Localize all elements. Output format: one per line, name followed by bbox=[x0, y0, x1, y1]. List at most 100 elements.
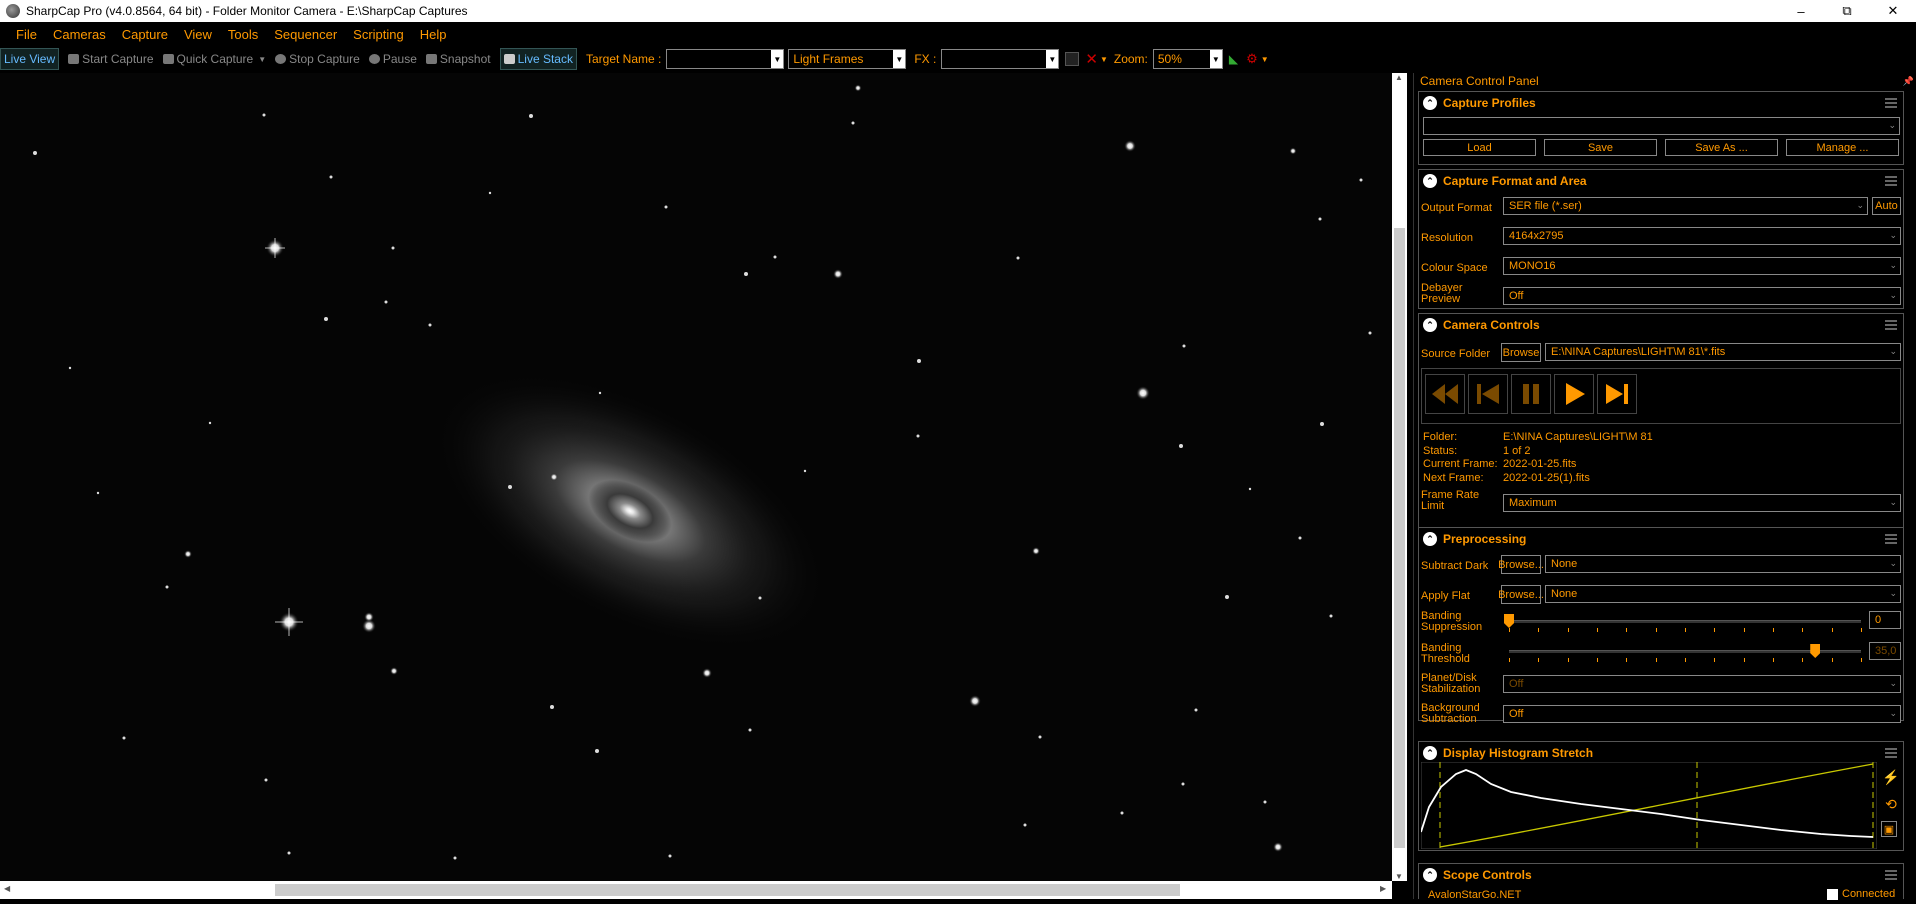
scroll-up-icon[interactable]: ▲ bbox=[1395, 73, 1403, 82]
banding-suppression-value[interactable]: 0 bbox=[1869, 611, 1901, 629]
menu-capture[interactable]: Capture bbox=[122, 27, 168, 42]
resolution-select[interactable]: 4164x2795 ⌄ bbox=[1503, 227, 1901, 245]
menu-icon[interactable] bbox=[1885, 748, 1897, 758]
play-icon bbox=[1566, 383, 1585, 405]
scrollbar-thumb[interactable] bbox=[1394, 228, 1405, 848]
reset-icon[interactable]: ⟲ bbox=[1881, 794, 1901, 814]
banding-threshold-handle[interactable] bbox=[1810, 644, 1821, 658]
snapshot-button[interactable]: Snapshot bbox=[425, 48, 491, 70]
chevron-down-icon[interactable]: ▼ bbox=[258, 55, 266, 64]
reticle-icon[interactable] bbox=[1065, 52, 1080, 66]
menu-icon[interactable] bbox=[1885, 534, 1897, 544]
section-header[interactable]: ⌃ Preprocessing bbox=[1419, 528, 1903, 550]
vertical-scrollbar[interactable]: ▲ ▼ bbox=[1392, 73, 1407, 881]
start-capture-button[interactable]: Start Capture bbox=[68, 48, 154, 70]
profile-select[interactable]: ⌄ bbox=[1423, 117, 1900, 135]
collapse-icon[interactable]: ⌃ bbox=[1423, 318, 1437, 332]
gear-icon[interactable]: ⚙ bbox=[1246, 51, 1258, 67]
histogram-chart[interactable] bbox=[1421, 762, 1877, 849]
chevron-down-icon[interactable]: ▼ bbox=[1209, 50, 1222, 68]
pause-button[interactable]: Pause bbox=[368, 48, 417, 70]
section-header[interactable]: ⌃ Capture Profiles bbox=[1419, 92, 1903, 114]
skip-back-button[interactable] bbox=[1468, 374, 1508, 414]
section-header[interactable]: ⌃ Camera Controls bbox=[1419, 314, 1903, 336]
colour-space-select[interactable]: MONO16 ⌄ bbox=[1503, 257, 1901, 275]
scope-select[interactable]: AvalonStarGo.NET bbox=[1423, 886, 1783, 904]
source-folder-select[interactable]: E:\NINA Captures\LIGHT\M 81\*.fits ⌄ bbox=[1545, 343, 1901, 361]
menu-scripting[interactable]: Scripting bbox=[353, 27, 404, 42]
frame-rate-select[interactable]: Maximum ⌄ bbox=[1503, 494, 1901, 512]
stabilization-select[interactable]: Off ⌄ bbox=[1503, 675, 1901, 693]
stop-capture-button[interactable]: Stop Capture bbox=[275, 48, 360, 70]
menu-sequencer[interactable]: Sequencer bbox=[274, 27, 337, 42]
scrollbar-thumb[interactable] bbox=[275, 884, 1180, 896]
save-button[interactable]: Save bbox=[1544, 139, 1657, 156]
save-icon[interactable]: ▣ bbox=[1881, 821, 1897, 837]
play-button[interactable] bbox=[1554, 374, 1594, 414]
target-name-input[interactable]: ▼ bbox=[666, 49, 785, 69]
fx-select[interactable]: ▼ bbox=[941, 49, 1060, 69]
maximize-button[interactable]: ⧉ bbox=[1824, 0, 1870, 22]
horizontal-scrollbar[interactable]: ◀ ▶ bbox=[0, 881, 1392, 899]
rewind-button[interactable] bbox=[1425, 374, 1465, 414]
browse-button[interactable]: Browse bbox=[1501, 343, 1541, 362]
banding-suppression-handle[interactable] bbox=[1504, 614, 1514, 628]
lightning-icon[interactable]: ⚡ bbox=[1881, 767, 1901, 787]
subtract-dark-select[interactable]: None ⌄ bbox=[1545, 555, 1901, 573]
pause-playback-button[interactable] bbox=[1511, 374, 1551, 414]
menu-cameras[interactable]: Cameras bbox=[53, 27, 106, 42]
chevron-down-icon[interactable]: ▼ bbox=[893, 50, 906, 68]
section-header[interactable]: ⌃ Scope Controls bbox=[1419, 864, 1903, 886]
collapse-icon[interactable]: ⌃ bbox=[1423, 532, 1437, 546]
menu-icon[interactable] bbox=[1885, 98, 1897, 108]
live-view-button[interactable]: Live View bbox=[0, 48, 60, 70]
live-stack-button[interactable]: Live Stack bbox=[499, 48, 577, 70]
collapse-icon[interactable]: ⌃ bbox=[1423, 746, 1437, 760]
chevron-down-icon[interactable]: ▼ bbox=[1100, 55, 1108, 64]
apply-flat-select[interactable]: None ⌄ bbox=[1545, 585, 1901, 603]
zoom-select[interactable]: 50% ▼ bbox=[1152, 49, 1223, 69]
chevron-down-icon[interactable]: ▼ bbox=[771, 50, 784, 68]
menu-tools[interactable]: Tools bbox=[228, 27, 258, 42]
menu-help[interactable]: Help bbox=[420, 27, 447, 42]
scroll-right-icon[interactable]: ▶ bbox=[1380, 884, 1386, 893]
banding-threshold-slider[interactable] bbox=[1509, 650, 1861, 653]
load-button[interactable]: Load bbox=[1423, 139, 1536, 156]
skip-forward-button[interactable] bbox=[1597, 374, 1637, 414]
collapse-icon[interactable]: ⌃ bbox=[1423, 868, 1437, 882]
menu-icon[interactable] bbox=[1885, 320, 1897, 330]
manage-button[interactable]: Manage ... bbox=[1786, 139, 1899, 156]
pin-icon[interactable]: 📌 bbox=[1903, 76, 1914, 87]
auto-button[interactable]: Auto bbox=[1872, 197, 1901, 215]
menu-view[interactable]: View bbox=[184, 27, 212, 42]
menu-file[interactable]: File bbox=[16, 27, 37, 42]
banding-threshold-value[interactable]: 35,0 bbox=[1869, 642, 1901, 660]
debayer-select[interactable]: Off ⌄ bbox=[1503, 287, 1901, 305]
galaxy-image bbox=[33, 84, 1372, 860]
quick-capture-button[interactable]: Quick Capture ▼ bbox=[162, 48, 266, 70]
scroll-left-icon[interactable]: ◀ bbox=[4, 884, 10, 893]
collapse-icon[interactable]: ⌃ bbox=[1423, 174, 1437, 188]
menu-icon[interactable] bbox=[1885, 176, 1897, 186]
banding-suppression-slider[interactable] bbox=[1509, 620, 1861, 623]
browse-dark-button[interactable]: Browse... bbox=[1498, 555, 1544, 574]
output-format-select[interactable]: SER file (*.ser) ⌄ bbox=[1503, 197, 1868, 215]
browse-flat-button[interactable]: Browse... bbox=[1498, 585, 1544, 604]
scroll-down-icon[interactable]: ▼ bbox=[1395, 872, 1403, 881]
frame-type-select[interactable]: Light Frames ▼ bbox=[788, 49, 907, 69]
connected-checkbox[interactable]: Connected bbox=[1827, 888, 1895, 900]
checkbox-icon[interactable] bbox=[1827, 888, 1838, 900]
crosshair-icon[interactable]: ✕ bbox=[1085, 50, 1098, 68]
minimize-button[interactable]: – bbox=[1778, 0, 1824, 22]
section-header[interactable]: ⌃ Capture Format and Area bbox=[1419, 170, 1903, 192]
chevron-down-icon[interactable]: ▼ bbox=[1046, 50, 1059, 68]
close-button[interactable]: ✕ bbox=[1870, 0, 1916, 22]
save-as-button[interactable]: Save As ... bbox=[1665, 139, 1778, 156]
image-viewer[interactable] bbox=[0, 73, 1392, 881]
histogram-icon[interactable]: ◣ bbox=[1229, 52, 1238, 66]
section-header[interactable]: ⌃ Display Histogram Stretch bbox=[1419, 742, 1903, 764]
menu-icon[interactable] bbox=[1885, 870, 1897, 880]
background-subtraction-select[interactable]: Off ⌄ bbox=[1503, 705, 1901, 723]
chevron-down-icon[interactable]: ▼ bbox=[1261, 55, 1269, 64]
collapse-icon[interactable]: ⌃ bbox=[1423, 96, 1437, 110]
